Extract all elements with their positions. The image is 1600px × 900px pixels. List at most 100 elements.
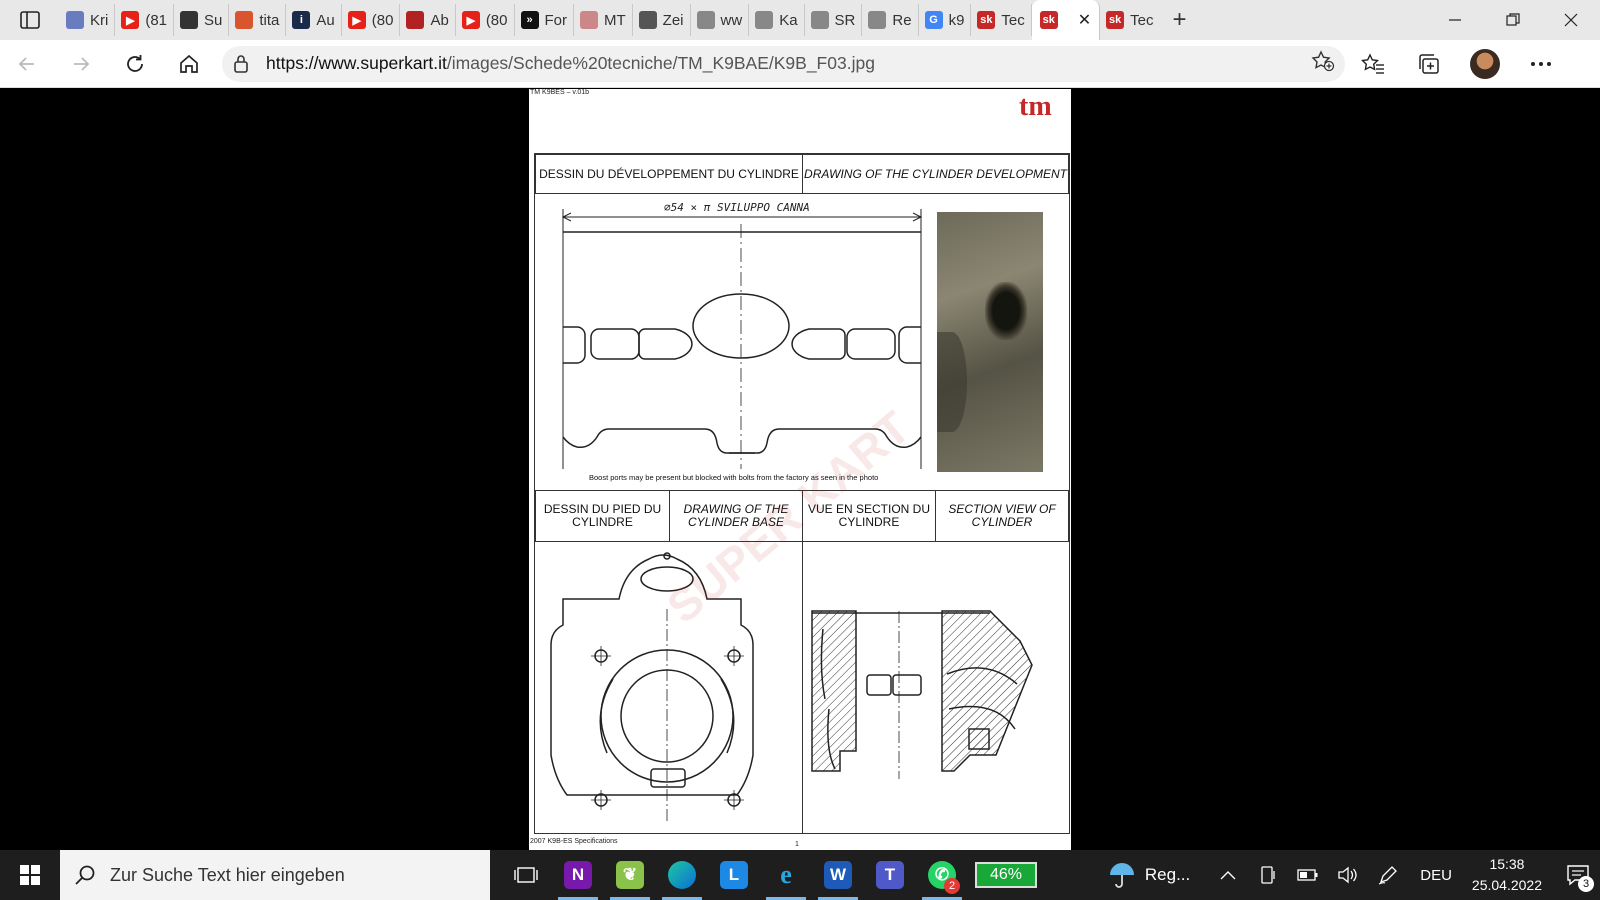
l-app[interactable]: L: [708, 850, 760, 900]
loading-icon: [696, 11, 715, 29]
tab-label: (81: [145, 11, 168, 29]
tab-actions-button[interactable]: [0, 0, 60, 40]
minimize-button[interactable]: [1426, 0, 1484, 40]
collections-button[interactable]: [1401, 40, 1457, 88]
tab-13[interactable]: SR: [805, 4, 863, 36]
tab-6[interactable]: Ab: [400, 4, 456, 36]
add-favorite-button[interactable]: [1311, 50, 1335, 77]
task-view-icon: [514, 867, 538, 883]
onenote-app[interactable]: N: [552, 850, 604, 900]
tab-0[interactable]: Kri: [60, 4, 116, 36]
lock-icon: [234, 54, 248, 73]
close-icon: [1564, 13, 1578, 27]
tab-next[interactable]: sk Tec: [1100, 4, 1159, 36]
word-icon: W: [824, 861, 852, 889]
windows-icon: [20, 865, 40, 885]
home-button[interactable]: [162, 40, 216, 88]
teams-app[interactable]: T: [864, 850, 916, 900]
word-app[interactable]: W: [812, 850, 864, 900]
new-tab-button[interactable]: +: [1160, 0, 1200, 40]
tool-icon: [180, 11, 199, 29]
collections-icon: [1419, 53, 1439, 74]
edge-app[interactable]: [656, 850, 708, 900]
tab-4[interactable]: i Au: [286, 4, 342, 36]
tab-7[interactable]: ▶ (80: [456, 4, 515, 36]
input-language[interactable]: DEU: [1420, 867, 1452, 884]
tab-14[interactable]: Re: [862, 4, 919, 36]
document-icon: [66, 11, 84, 29]
onenote-icon: N: [564, 861, 592, 889]
tab-11[interactable]: ww: [691, 4, 750, 36]
google-icon: G: [924, 11, 943, 29]
device-icon: [1261, 866, 1275, 884]
image-icon: [235, 11, 254, 29]
minimize-icon: [1449, 19, 1461, 21]
tab-5[interactable]: ▶ (80: [342, 4, 401, 36]
tab-15[interactable]: Gk9: [919, 4, 972, 36]
pinned-apps: N ❦ L e W T ✆ 2 46%: [500, 850, 1044, 900]
back-button[interactable]: [0, 40, 54, 88]
section-view-drawing: [811, 610, 1033, 779]
clock[interactable]: 15:38 25.04.2022: [1472, 854, 1542, 896]
battery-monitor-app[interactable]: 46%: [968, 850, 1044, 900]
notifications-button[interactable]: 3: [1556, 850, 1600, 900]
task-view-button[interactable]: [500, 850, 552, 900]
internet-explorer-app[interactable]: e: [760, 850, 812, 900]
edge-icon: [668, 861, 696, 889]
tab-3[interactable]: tita: [229, 4, 287, 36]
youtube-icon: ▶: [121, 11, 140, 29]
tab-8[interactable]: » For: [515, 4, 574, 36]
battery-percent: 46%: [975, 862, 1037, 888]
back-arrow-icon: [18, 56, 34, 71]
tab-12[interactable]: Ka: [749, 4, 805, 36]
tab-label: MT: [604, 11, 626, 29]
tab-label: Ka: [779, 11, 798, 29]
leaf-app[interactable]: ❦: [604, 850, 656, 900]
whatsapp-app[interactable]: ✆ 2: [916, 850, 968, 900]
weather-widget[interactable]: Reg...: [1107, 860, 1190, 890]
pen-icon: [1378, 866, 1398, 885]
tab-10[interactable]: Zei: [633, 4, 691, 36]
show-hidden-icons-button[interactable]: [1208, 850, 1248, 900]
profile-button[interactable]: [1457, 40, 1513, 88]
tab-2[interactable]: Su: [174, 4, 230, 36]
more-icon: [1531, 61, 1551, 66]
forward-arrow-icon: [74, 56, 90, 71]
favorites-button[interactable]: [1345, 40, 1401, 88]
tab-label: Su: [204, 11, 223, 29]
pen-button[interactable]: [1368, 850, 1408, 900]
tab-9[interactable]: MT: [574, 4, 633, 36]
cylinder-bore: [937, 332, 967, 432]
device-tray-button[interactable]: [1248, 850, 1288, 900]
dimension-note: ⌀54 × π SVILUPPO CANNA: [664, 201, 810, 214]
tab-label: Kri: [90, 11, 109, 29]
battery-tray-button[interactable]: [1288, 850, 1328, 900]
forward-button[interactable]: [54, 40, 108, 88]
tab-label: Ab: [430, 11, 449, 29]
url-text[interactable]: https://www.superkart.it/images/Schede%2…: [266, 53, 875, 74]
settings-menu-button[interactable]: [1513, 40, 1569, 88]
tab-16[interactable]: sk Tec: [971, 4, 1032, 36]
close-window-button[interactable]: [1542, 0, 1600, 40]
start-button[interactable]: [0, 850, 60, 900]
cylinder-photo: [937, 212, 1043, 472]
taskbar: Zur Suche Text hier eingeben N ❦ L e W T…: [0, 850, 1600, 900]
tab-label: Tec: [1001, 11, 1025, 29]
tab-strip: Kri ▶ (81 Su tita i Au ▶ (80 Ab ▶ (80 » For MT Zei ww Ka S…: [0, 0, 1600, 40]
clock-time: 15:38: [1489, 856, 1525, 872]
search-icon: [75, 865, 95, 885]
tab-active[interactable]: sk ✕: [1031, 0, 1101, 40]
tab-1[interactable]: ▶ (81: [115, 4, 175, 36]
tab-label: k9: [948, 11, 965, 29]
reload-button[interactable]: [108, 40, 162, 88]
umbrella-icon: [1109, 863, 1134, 888]
restore-button[interactable]: [1484, 0, 1542, 40]
volume-button[interactable]: [1328, 850, 1368, 900]
address-bar[interactable]: https://www.superkart.it/images/Schede%2…: [222, 45, 1345, 82]
close-tab-icon[interactable]: ✕: [1078, 10, 1091, 30]
taskbar-search[interactable]: Zur Suche Text hier eingeben: [60, 850, 490, 900]
spec-sheet-image: TM K9BES – v.01b tm DESSIN DU DÉVELOPPEM…: [529, 89, 1071, 850]
ie-icon: e: [780, 860, 792, 889]
page-icon: [868, 11, 887, 29]
tab-actions-icon: [20, 11, 40, 29]
